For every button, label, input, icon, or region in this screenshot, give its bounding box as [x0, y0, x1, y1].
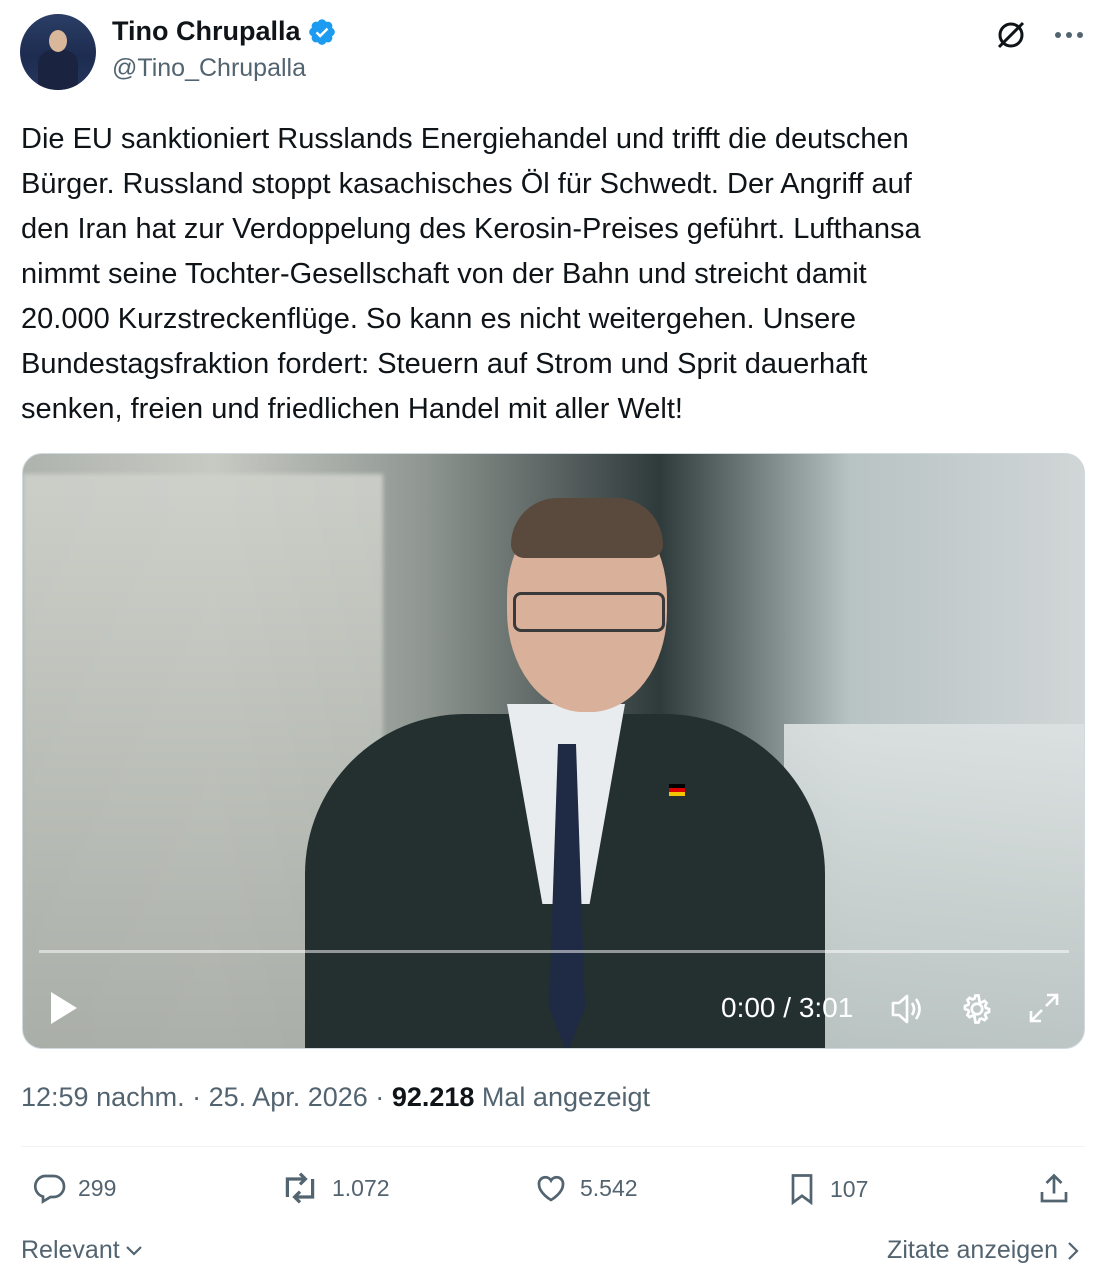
sort-dropdown[interactable]: Relevant: [21, 1236, 144, 1265]
tweet-time[interactable]: 12:59 nachm.: [21, 1082, 185, 1112]
avatar[interactable]: [20, 14, 96, 90]
reply-count: 299: [78, 1174, 117, 1201]
bookmark-count: 107: [830, 1175, 869, 1202]
sort-label: Relevant: [21, 1236, 120, 1264]
share-icon: [1036, 1170, 1072, 1208]
more-icon[interactable]: [1054, 30, 1084, 40]
bookmark-icon: [784, 1170, 820, 1208]
fullscreen-icon[interactable]: [1027, 991, 1061, 1025]
tweet-meta: 12:59 nachm. · 25. Apr. 2026 · 92.218 Ma…: [21, 1082, 650, 1113]
meta-separator: ·: [192, 1082, 202, 1112]
like-count: 5.542: [580, 1174, 638, 1201]
reply-icon: [30, 1170, 68, 1206]
tweet-date[interactable]: 25. Apr. 2026: [209, 1082, 368, 1112]
video-timecode: 0:00 / 3:01: [721, 992, 854, 1023]
chevron-right-icon: [1066, 1240, 1080, 1262]
divider: [21, 1146, 1085, 1147]
author-name[interactable]: Tino Chrupalla: [112, 16, 301, 47]
author-handle[interactable]: @Tino_Chrupalla: [112, 54, 306, 83]
like-button[interactable]: 5.542: [532, 1170, 638, 1206]
quotes-label: Zitate anzeigen: [887, 1236, 1058, 1264]
view-count: 92.218: [391, 1082, 475, 1112]
repost-button[interactable]: 1.072: [278, 1170, 390, 1206]
meta-separator: ·: [375, 1082, 385, 1112]
repost-icon: [278, 1170, 322, 1206]
play-icon[interactable]: [49, 990, 79, 1026]
share-button[interactable]: [1036, 1170, 1072, 1208]
view-count-label: Mal angezeigt: [481, 1082, 651, 1112]
video-player[interactable]: 0:00 / 3:01: [22, 453, 1085, 1049]
bookmark-button[interactable]: 107: [784, 1170, 868, 1208]
quotes-link[interactable]: Zitate anzeigen: [887, 1236, 1080, 1265]
video-progress-bar[interactable]: [39, 950, 1069, 953]
author-name-row[interactable]: Tino Chrupalla: [112, 16, 337, 47]
volume-icon[interactable]: [889, 991, 927, 1027]
verified-badge-icon[interactable]: [307, 17, 337, 47]
grok-icon[interactable]: [994, 18, 1028, 52]
chevron-down-icon: [124, 1244, 144, 1258]
tweet-text: Die EU sanktioniert Russlands Energiehan…: [21, 123, 921, 425]
reply-button[interactable]: 299: [30, 1170, 116, 1206]
action-bar: 299 1.072 5.542 107: [0, 1170, 1106, 1220]
like-icon: [532, 1170, 570, 1206]
repost-count: 1.072: [332, 1174, 390, 1201]
settings-icon[interactable]: [959, 991, 995, 1027]
